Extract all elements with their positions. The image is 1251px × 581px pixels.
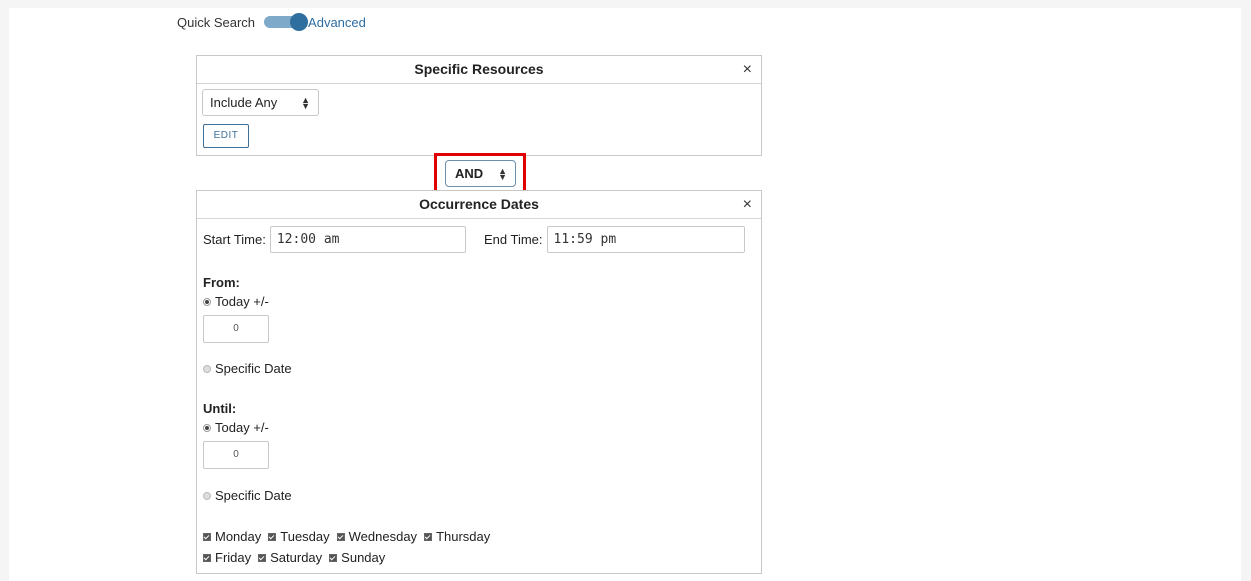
end-time-input[interactable]: 11:59 pm	[546, 226, 745, 253]
day-friday[interactable]: Friday	[203, 550, 251, 565]
start-time-input[interactable]: 12:00 am	[269, 226, 466, 253]
from-specific-label: Specific Date	[215, 361, 292, 376]
day-tuesday[interactable]: Tuesday	[268, 529, 330, 544]
end-time-row: End Time: 11:59 pm	[484, 226, 745, 253]
specific-resources-header: Specific Resources ×	[197, 56, 761, 84]
from-offset-input[interactable]: 0	[203, 315, 269, 343]
close-icon[interactable]: ×	[743, 56, 752, 83]
until-today-radio-row[interactable]: Today +/-	[203, 420, 269, 435]
specific-resources-panel: Specific Resources × Include Any ▲ ▼ EDIT	[196, 55, 762, 156]
occurrence-dates-panel: Occurrence Dates × Start Time: 12:00 am …	[196, 190, 762, 574]
page-canvas: Quick Search Advanced Specific Resources…	[9, 8, 1241, 581]
quick-search-label[interactable]: Quick Search	[177, 15, 255, 30]
day-saturday[interactable]: Saturday	[258, 550, 322, 565]
select-arrows-icon: ▲ ▼	[498, 165, 507, 182]
until-today-label: Today +/-	[215, 420, 269, 435]
from-specific-radio[interactable]	[203, 364, 211, 373]
include-any-select[interactable]: Include Any ▲ ▼	[202, 89, 319, 116]
until-label: Until:	[203, 401, 237, 416]
day-sunday[interactable]: Sunday	[329, 550, 385, 565]
close-icon[interactable]: ×	[743, 191, 752, 218]
day-label: Monday	[215, 529, 262, 544]
from-label: From:	[203, 275, 240, 290]
include-any-value: Include Any	[210, 95, 278, 110]
checkbox[interactable]	[203, 553, 211, 562]
end-time-label: End Time:	[484, 232, 543, 247]
switch-knob[interactable]	[290, 13, 309, 31]
checkbox[interactable]	[203, 532, 211, 541]
select-arrows-icon: ▲ ▼	[301, 94, 310, 111]
weekday-checkbox-row: Monday Tuesday Wednesday Thursday	[203, 529, 497, 544]
from-today-label: Today +/-	[215, 294, 269, 309]
from-specific-radio-row[interactable]: Specific Date	[203, 361, 292, 376]
from-today-radio[interactable]	[203, 297, 211, 306]
until-offset-input[interactable]: 0	[203, 441, 269, 469]
day-monday[interactable]: Monday	[203, 529, 261, 544]
day-label: Saturday	[270, 550, 323, 565]
until-specific-label: Specific Date	[215, 488, 292, 503]
day-label: Thursday	[436, 529, 491, 544]
day-label: Friday	[215, 550, 252, 565]
panel-title: Occurrence Dates	[419, 196, 539, 212]
start-time-label: Start Time:	[203, 232, 266, 247]
conjunction-select[interactable]: AND ▲ ▼	[445, 160, 516, 187]
advanced-label[interactable]: Advanced	[308, 15, 366, 30]
conjunction-value: AND	[455, 166, 484, 181]
weekend-checkbox-row: Friday Saturday Sunday	[203, 550, 392, 565]
day-label: Sunday	[341, 550, 386, 565]
until-specific-radio-row[interactable]: Specific Date	[203, 488, 292, 503]
occurrence-dates-header: Occurrence Dates ×	[197, 191, 761, 219]
checkbox[interactable]	[268, 532, 277, 541]
day-wednesday[interactable]: Wednesday	[336, 529, 418, 544]
panel-title: Specific Resources	[414, 61, 544, 77]
checkbox[interactable]	[424, 532, 433, 541]
day-label: Tuesday	[280, 529, 330, 544]
checkbox[interactable]	[329, 553, 338, 562]
until-today-radio[interactable]	[203, 423, 211, 432]
search-mode-toggle-row: Quick Search Advanced	[177, 13, 366, 31]
checkbox[interactable]	[336, 532, 345, 541]
until-specific-radio[interactable]	[203, 491, 211, 500]
day-label: Wednesday	[348, 529, 418, 544]
day-thursday[interactable]: Thursday	[424, 529, 490, 544]
search-mode-switch[interactable]	[264, 13, 310, 31]
checkbox[interactable]	[258, 553, 267, 562]
edit-button[interactable]: EDIT	[203, 124, 249, 148]
from-today-radio-row[interactable]: Today +/-	[203, 294, 269, 309]
start-time-row: Start Time: 12:00 am	[203, 226, 466, 253]
